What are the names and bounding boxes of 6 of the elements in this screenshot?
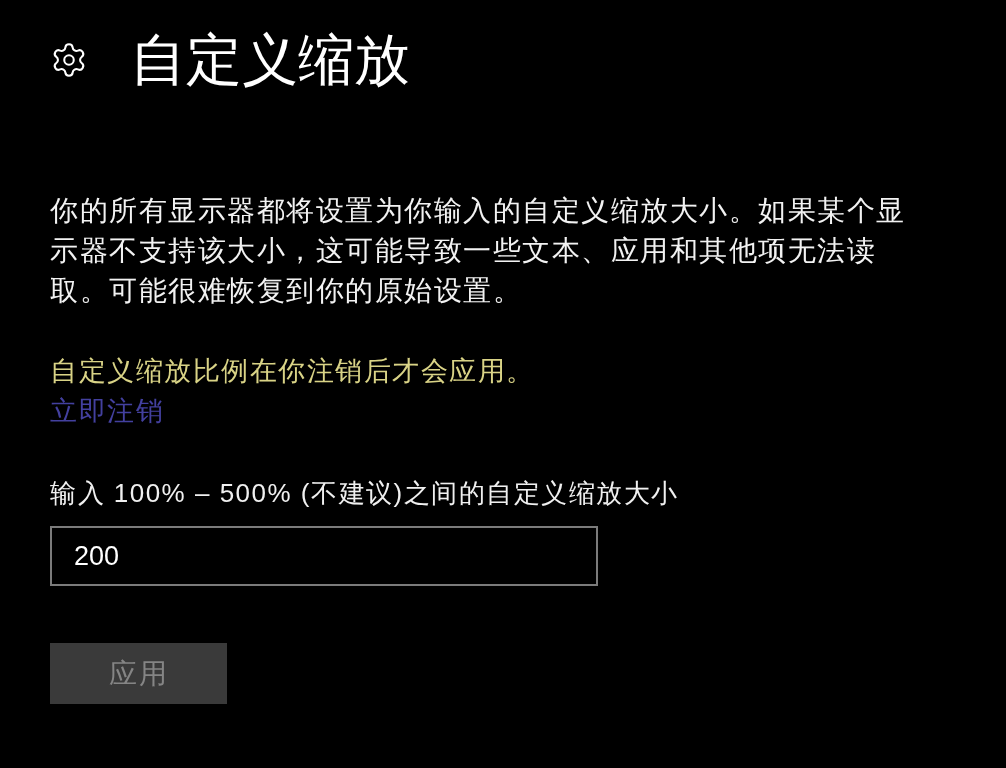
page-title: 自定义缩放: [130, 27, 410, 93]
scale-field-label: 输入 100% – 500% (不建议)之间的自定义缩放大小: [50, 477, 679, 510]
scale-input[interactable]: 200: [50, 526, 598, 586]
sign-out-link[interactable]: 立即注销: [50, 391, 164, 431]
notice-text: 自定义缩放比例在你注销后才会应用。: [50, 355, 535, 388]
description-text: 你的所有显示器都将设置为你输入的自定义缩放大小。如果某个显示器不支持该大小，这可能导致一些文本、应用和其他项无法读取。可能很难恢复到你的原始设置。: [50, 194, 907, 308]
